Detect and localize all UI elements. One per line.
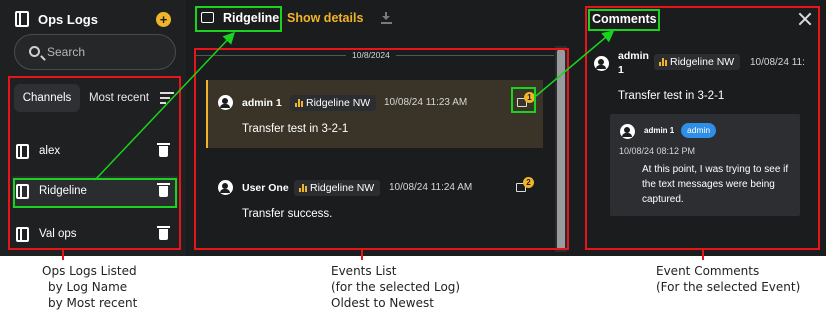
annotation-box-logs — [8, 76, 181, 250]
caption-line: (For the selected Event) — [656, 280, 801, 294]
app-title: Ops Logs — [38, 12, 98, 27]
search-input[interactable]: Search — [14, 34, 176, 70]
book-icon — [15, 11, 29, 27]
caption-line: by Log Name — [48, 280, 128, 294]
search-icon — [29, 46, 40, 57]
search-placeholder: Search — [47, 45, 86, 59]
caption-line: Ops Logs Listed — [42, 264, 137, 278]
caption-line: Oldest to Newest — [331, 296, 434, 310]
download-icon[interactable] — [381, 12, 392, 24]
highlight-selected-log — [13, 178, 177, 208]
highlight-comments-title — [588, 9, 660, 31]
caption-events: Events List (for the selected Log) Oldes… — [331, 263, 460, 311]
highlight-channel-title — [195, 6, 282, 32]
add-log-button[interactable]: + — [156, 12, 171, 27]
caption-comments: Event Comments (For the selected Event) — [656, 263, 800, 295]
caption-line: Event Comments — [656, 264, 760, 278]
caption-line: (for the selected Log) — [331, 280, 461, 294]
stage: Ops Logs + Search Channels Most recent a… — [0, 0, 826, 313]
annotation-box-events — [194, 48, 569, 250]
show-details-link[interactable]: Show details — [287, 11, 363, 25]
highlight-comment-icon — [511, 87, 536, 113]
caption-line: by Most recent — [48, 296, 138, 310]
annotation-box-comments — [585, 6, 820, 250]
caption-line: Events List — [331, 264, 397, 278]
caption-logs: Ops Logs Listed by Log Name by Most rece… — [42, 263, 137, 311]
